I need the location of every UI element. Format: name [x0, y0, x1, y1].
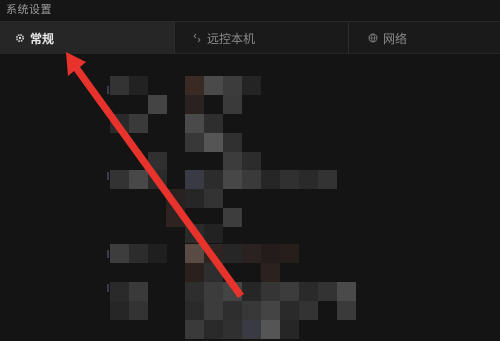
pixel-block [223, 76, 242, 95]
pixel-block [185, 224, 204, 243]
pixel-block [261, 320, 280, 339]
pixel-block [148, 244, 167, 263]
pixel-block [204, 301, 223, 320]
tab-general[interactable]: 常规 [0, 22, 174, 54]
pixel-block [204, 224, 223, 243]
pixel-block [204, 170, 223, 189]
pixel-block [204, 76, 223, 95]
pixel-block [337, 282, 356, 301]
settings-content-pixelated [0, 54, 500, 341]
pixel-block [110, 170, 129, 189]
pixel-block [185, 301, 204, 320]
pixel-block [242, 152, 261, 171]
pixel-block [110, 282, 129, 301]
pixel-block [185, 95, 204, 114]
pixel-block [129, 114, 148, 133]
pixel-block [129, 301, 148, 320]
pixel-block [261, 301, 280, 320]
pixel-block [129, 282, 148, 301]
pixel-block [242, 282, 261, 301]
pixelated-row-marker [107, 284, 109, 292]
tab-remote-control-label: 远控本机 [207, 31, 256, 46]
pixel-block [129, 76, 148, 95]
pixel-block [185, 320, 204, 339]
pixel-block [318, 170, 337, 189]
pixel-block [242, 301, 261, 320]
pixel-block [223, 244, 242, 263]
pixel-block [129, 170, 148, 189]
pixel-block [148, 170, 167, 189]
tab-network[interactable]: 网络 [348, 22, 500, 54]
pixel-block [204, 244, 223, 263]
pixel-block [204, 263, 223, 282]
pixel-block [185, 133, 204, 152]
pixel-block [223, 208, 242, 227]
tab-general-label: 常规 [30, 31, 55, 46]
pixel-block [204, 133, 223, 152]
pixel-block [261, 282, 280, 301]
pixel-block [185, 244, 204, 263]
pixel-block [204, 114, 223, 133]
window-title: 系统设置 [6, 3, 52, 16]
pixel-block [148, 95, 167, 114]
pixel-block [129, 244, 148, 263]
pixel-block [242, 244, 261, 263]
pixel-block [148, 152, 167, 171]
pixel-block [261, 170, 280, 189]
title-bar: 系统设置 [0, 0, 500, 20]
pixel-block [299, 301, 318, 320]
pixel-block [280, 170, 299, 189]
pixelated-row-marker [107, 86, 109, 94]
pixel-block [242, 170, 261, 189]
remote-icon [191, 33, 202, 44]
pixel-block [223, 95, 242, 114]
tab-remote-control[interactable]: 远控本机 [174, 22, 348, 54]
pixel-block [166, 189, 185, 208]
pixel-block [110, 301, 129, 320]
pixel-block [299, 170, 318, 189]
pixel-block [280, 282, 299, 301]
pixel-block [223, 320, 242, 339]
pixel-block [204, 282, 223, 301]
pixel-block [280, 320, 299, 339]
pixel-block [337, 301, 356, 320]
pixel-block [110, 76, 129, 95]
pixel-block [185, 263, 204, 282]
pixel-block [242, 76, 261, 95]
pixel-block [280, 301, 299, 320]
pixel-block [223, 301, 242, 320]
pixel-block [185, 189, 204, 208]
pixel-block [223, 170, 242, 189]
pixel-block [166, 208, 185, 227]
pixel-block [242, 320, 261, 339]
gear-icon [14, 33, 25, 44]
pixel-block [204, 320, 223, 339]
pixelated-row-marker [107, 172, 109, 180]
pixel-block [318, 282, 337, 301]
pixel-block [204, 189, 223, 208]
tab-strip: 常规 远控本机 网络 [0, 21, 500, 54]
pixel-block [185, 170, 204, 189]
pixel-block [223, 282, 242, 301]
pixel-block [185, 76, 204, 95]
tab-network-label: 网络 [383, 31, 408, 46]
pixel-block [223, 133, 242, 152]
pixel-block [185, 114, 204, 133]
pixel-block [110, 114, 129, 133]
pixel-block [280, 244, 299, 263]
pixel-block [185, 282, 204, 301]
pixel-block [261, 263, 280, 282]
pixel-block [110, 244, 129, 263]
pixel-block [223, 152, 242, 171]
pixel-block [261, 244, 280, 263]
pixelated-row-marker [107, 250, 109, 258]
pixel-block [299, 282, 318, 301]
globe-icon [367, 33, 378, 44]
